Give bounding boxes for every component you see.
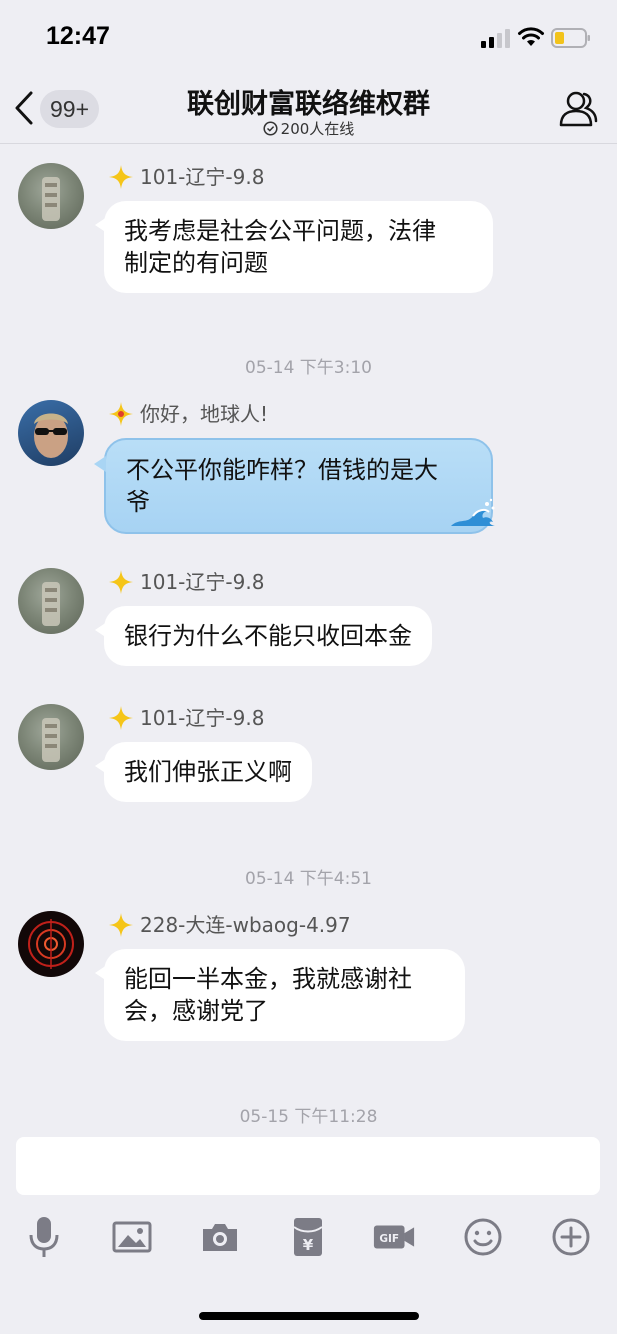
member-star-icon	[109, 913, 133, 937]
online-count: 200人在线	[280, 120, 355, 138]
clock-icon	[263, 121, 278, 136]
timestamp: 05-14 下午4:51	[245, 869, 372, 889]
emoji-icon[interactable]	[461, 1213, 505, 1261]
member-star-icon	[109, 706, 133, 730]
online-status: 200人在线	[0, 118, 617, 139]
battery-icon	[551, 28, 590, 48]
chat-header: 99+ 联创财富联络维权群 200人在线	[0, 70, 617, 144]
member-star-icon	[109, 570, 133, 594]
camera-icon[interactable]	[198, 1213, 242, 1261]
message-text-line: 爷	[126, 488, 150, 516]
message-text-line: 不公平你能咋样？借钱的是大	[126, 456, 438, 484]
cellular-signal-icon	[481, 28, 513, 48]
group-members-icon[interactable]	[556, 88, 600, 128]
status-bar: 12:47	[0, 0, 617, 70]
member-star-icon	[109, 402, 133, 426]
message-bubble[interactable]: 我们伸张正义啊	[95, 742, 312, 802]
wifi-icon	[518, 27, 544, 46]
red-packet-icon[interactable]: ¥	[286, 1213, 330, 1261]
svg-text:¥: ¥	[303, 1236, 314, 1254]
message-text-line: 能回一半本金，我就感谢社	[124, 965, 412, 993]
message-text-line: 我考虑是社会公平问题，法律	[124, 217, 436, 245]
avatar[interactable]	[18, 163, 84, 229]
sender-name: 101-辽宁-9.8	[108, 568, 264, 596]
input-toolbar: ¥ GIF	[0, 1213, 617, 1263]
message-bubble[interactable]: 能回一半本金，我就感谢社 会，感谢党了	[95, 949, 465, 1041]
home-indicator[interactable]	[199, 1312, 419, 1320]
member-star-icon	[109, 165, 133, 189]
message-bubble[interactable]: 不公平你能咋样？借钱的是大 爷	[94, 438, 495, 534]
avatar[interactable]	[18, 704, 84, 770]
avatar[interactable]	[18, 568, 84, 634]
timestamp: 05-14 下午3:10	[245, 358, 372, 378]
avatar[interactable]	[18, 911, 84, 977]
microphone-icon[interactable]	[22, 1213, 66, 1261]
message-text-line: 制定的有问题	[124, 249, 268, 277]
plus-icon[interactable]	[549, 1213, 593, 1261]
message-bubble[interactable]: 我考虑是社会公平问题，法律 制定的有问题	[95, 201, 493, 293]
message-text-line: 我们伸张正义啊	[124, 758, 292, 786]
message-bubble[interactable]: 银行为什么不能只收回本金	[95, 606, 432, 666]
status-time: 12:47	[46, 22, 110, 50]
chat-title: 联创财富联络维权群	[187, 89, 430, 120]
sender-name: 228-大连-wbaog-4.97	[108, 911, 351, 939]
timestamp: 05-15 下午11:28	[239, 1107, 378, 1127]
avatar[interactable]	[18, 400, 84, 466]
svg-text:GIF: GIF	[379, 1233, 399, 1245]
message-text-line: 银行为什么不能只收回本金	[124, 622, 412, 650]
sender-name: 你好，地球人!	[108, 400, 268, 428]
wave-decoration-icon	[451, 498, 495, 526]
message-text-line: 会，感谢党了	[124, 997, 268, 1025]
gif-icon[interactable]: GIF	[372, 1213, 416, 1261]
message-input[interactable]	[16, 1137, 600, 1195]
sender-name: 101-辽宁-9.8	[108, 163, 264, 191]
image-icon[interactable]	[110, 1213, 154, 1261]
sender-name: 101-辽宁-9.8	[108, 704, 264, 732]
